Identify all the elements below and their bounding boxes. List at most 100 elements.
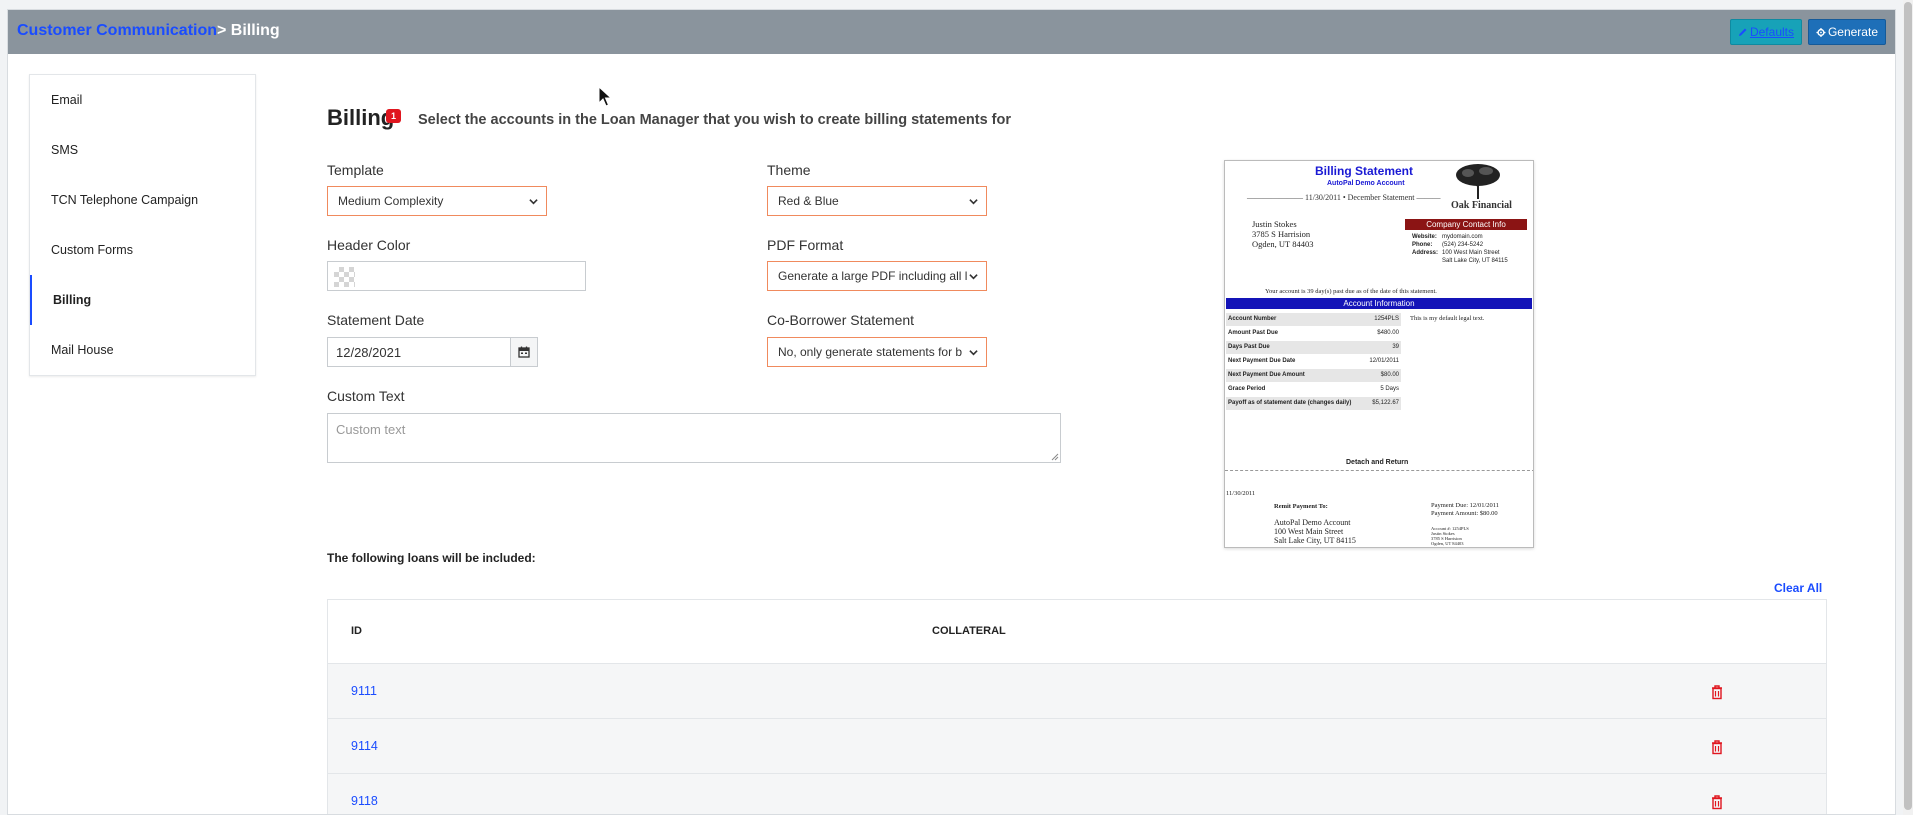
generate-button[interactable]: Generate xyxy=(1808,19,1886,45)
theme-select[interactable]: Red & Blue xyxy=(767,186,987,216)
template-label: Template xyxy=(327,162,384,178)
preview-stub-address: Account #: 1254PLS Justin Stokes 3785 S … xyxy=(1431,526,1469,546)
preview-account-row: Next Payment Due Date 12/01/2011 xyxy=(1228,358,1399,364)
theme-label: Theme xyxy=(767,162,811,178)
chevron-down-icon xyxy=(969,350,978,356)
preview-legal-text: This is my default legal text. xyxy=(1410,315,1485,322)
pdf-format-select-value: Generate a large PDF including all l xyxy=(778,269,968,283)
breadcrumb-link-customer-communication[interactable]: Customer Communication xyxy=(17,22,217,39)
preview-account-row: Days Past Due 39 xyxy=(1226,341,1401,354)
table-row: 9111 xyxy=(328,663,1826,718)
table-row: 9118 xyxy=(328,773,1826,814)
defaults-button-label: Defaults xyxy=(1749,25,1794,39)
preview-payment-summary: Payment Due: 12/01/2011 Payment Amount: … xyxy=(1431,502,1500,517)
preview-customer-street: 3785 S Harrision xyxy=(1252,229,1311,239)
preview-contact-details: Website: mydomain.com Phone: (524) 234-524… xyxy=(1412,233,1508,265)
mouse-cursor-icon xyxy=(598,86,612,107)
loans-table: ID COLLATERAL 9111 9114 9118 xyxy=(327,599,1827,814)
clear-all-link[interactable]: Clear All xyxy=(1774,581,1822,595)
loan-id-link[interactable]: 9114 xyxy=(351,739,378,753)
sidebar-item-label: Email xyxy=(51,93,83,107)
page-subtitle: Select the accounts in the Loan Manager … xyxy=(418,112,1011,128)
preview-remit-address: AutoPal Demo Account 100 West Main Stree… xyxy=(1274,518,1356,545)
sidebar-item-label: Custom Forms xyxy=(51,243,133,257)
loan-id-link[interactable]: 9111 xyxy=(351,684,377,698)
sidebar-item-custom-forms[interactable]: Custom Forms xyxy=(30,225,255,275)
coborrower-select-value: No, only generate statements for b xyxy=(778,345,963,359)
custom-text-textarea[interactable]: Custom text xyxy=(327,413,1061,463)
loans-heading: The following loans will be included: xyxy=(327,551,536,565)
preview-company: Oak Financial xyxy=(1451,200,1512,211)
preview-account-row: Next Payment Due Amount $80.00 xyxy=(1226,369,1401,382)
preview-contact-header: Company Contact Info xyxy=(1405,219,1527,230)
preview-account-row: Amount Past Due $480.00 xyxy=(1228,330,1399,336)
pdf-format-select[interactable]: Generate a large PDF including all l xyxy=(767,261,987,291)
notification-badge: 1 xyxy=(386,109,401,123)
sidebar-item-sms[interactable]: SMS xyxy=(30,125,255,175)
preview-customer-name: Justin Stokes xyxy=(1252,219,1297,229)
scrollbar-thumb[interactable] xyxy=(1904,2,1912,810)
sidebar-nav: Email SMS TCN Telephone Campaign Custom … xyxy=(29,74,256,376)
preview-detach-label: Detach and Return xyxy=(1346,459,1409,466)
resize-grip-icon[interactable] xyxy=(1051,453,1059,461)
color-swatch[interactable] xyxy=(334,267,355,287)
defaults-button[interactable]: Defaults xyxy=(1730,19,1802,45)
custom-text-placeholder: Custom text xyxy=(336,422,406,437)
sidebar-item-label: SMS xyxy=(51,143,79,157)
preview-title: Billing Statement xyxy=(1315,164,1414,178)
sidebar-item-label: Mail House xyxy=(51,343,114,357)
statement-date-label: Statement Date xyxy=(327,312,425,328)
preview-account-row: Account Number 1254PLS xyxy=(1226,313,1401,326)
header-color-label: Header Color xyxy=(327,237,411,253)
calendar-button[interactable] xyxy=(510,337,538,367)
chevron-down-icon xyxy=(969,274,978,280)
chevron-down-icon xyxy=(969,199,978,205)
sidebar-item-mail-house[interactable]: Mail House xyxy=(30,325,255,375)
top-header-bar: Customer Communication> Billing Defaults… xyxy=(8,10,1895,54)
preview-remit-label: Remit Payment To: xyxy=(1274,503,1328,510)
header-color-input[interactable] xyxy=(327,261,586,291)
preview-phone-label: Phone: xyxy=(1412,242,1433,248)
preview-website-label: Website: xyxy=(1412,234,1437,240)
sidebar-item-billing[interactable]: Billing xyxy=(30,275,255,325)
template-select[interactable]: Medium Complexity xyxy=(327,186,547,216)
preview-website-value: mydomain.com xyxy=(1442,234,1483,240)
statement-date-input[interactable]: 12/28/2021 xyxy=(327,337,511,367)
preview-address-line2: Salt Lake City, UT 84115 xyxy=(1442,258,1508,264)
sidebar-item-label: TCN Telephone Campaign xyxy=(51,193,199,207)
calendar-icon xyxy=(518,346,530,358)
preview-customer-city: Ogden, UT 84403 xyxy=(1252,239,1314,249)
app-frame: Customer Communication> Billing Defaults… xyxy=(7,9,1896,815)
preview-perforation xyxy=(1225,470,1533,471)
trash-icon[interactable] xyxy=(1710,794,1724,810)
column-header-collateral: COLLATERAL xyxy=(932,625,1006,637)
preview-account-info-header: Account Information xyxy=(1226,298,1532,309)
sidebar-item-tcn-telephone-campaign[interactable]: TCN Telephone Campaign xyxy=(30,175,255,225)
page-scrollbar[interactable] xyxy=(1903,0,1913,815)
theme-select-value: Red & Blue xyxy=(778,194,839,208)
sidebar-item-email[interactable]: Email xyxy=(30,75,255,125)
coborrower-select[interactable]: No, only generate statements for b xyxy=(767,337,987,367)
loan-id-link[interactable]: 9118 xyxy=(351,794,378,808)
sidebar-item-label: Billing xyxy=(53,293,92,307)
preview-phone-value: (524) 234-5242 xyxy=(1442,242,1484,248)
page-title: Billing xyxy=(327,105,395,130)
template-select-value: Medium Complexity xyxy=(338,194,444,208)
statement-preview: Billing Statement AutoPal Demo Account —… xyxy=(1224,160,1534,548)
preview-past-due-notice: Your account is 39 day(s) past due as of… xyxy=(1265,288,1437,295)
tree-logo-icon xyxy=(1456,164,1500,199)
custom-text-label: Custom Text xyxy=(327,388,405,404)
preview-footer-date: 11/30/2011 xyxy=(1226,490,1256,497)
preview-subtitle: AutoPal Demo Account xyxy=(1327,180,1405,187)
preview-address-label: Address: xyxy=(1412,250,1439,256)
breadcrumb: Customer Communication> Billing xyxy=(17,22,280,40)
chevron-down-icon xyxy=(529,199,538,205)
trash-icon[interactable] xyxy=(1710,739,1724,755)
trash-icon[interactable] xyxy=(1710,684,1724,700)
breadcrumb-current: > Billing xyxy=(217,22,280,39)
preview-date-line: ——————— 11/30/2011 • December Statement … xyxy=(1247,193,1441,202)
gears-icon xyxy=(1816,27,1826,37)
preview-address-line1: 100 West Main Street xyxy=(1442,250,1500,256)
generate-button-label: Generate xyxy=(1827,25,1878,39)
preview-account-row: Payoff as of statement date (changes dai… xyxy=(1226,397,1401,410)
